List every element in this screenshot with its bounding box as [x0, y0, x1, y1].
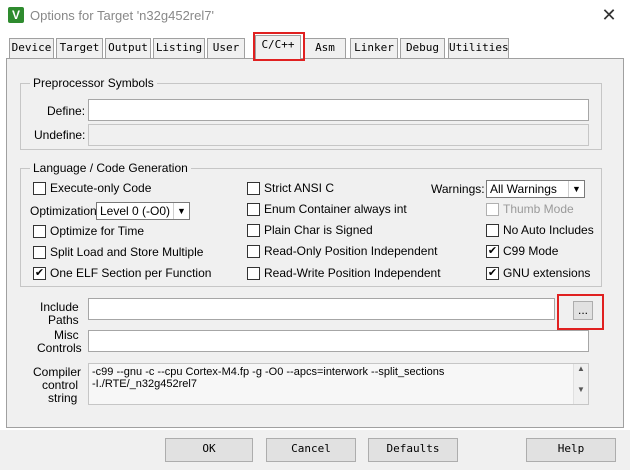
tab-output[interactable]: Output [105, 38, 151, 58]
help-button[interactable]: Help [526, 438, 616, 462]
gnu-extensions-label: GNU extensions [503, 266, 591, 280]
tab-debug[interactable]: Debug [400, 38, 445, 58]
plain-char-label: Plain Char is Signed [264, 223, 373, 237]
warnings-label: Warnings: [431, 182, 485, 196]
strict-ansi-label: Strict ANSI C [264, 181, 335, 195]
include-paths-field[interactable] [88, 298, 555, 320]
misc-controls-label-2: Controls [37, 341, 82, 355]
scroll-up-icon[interactable]: ▲ [574, 364, 588, 373]
undefine-label: Undefine: [34, 128, 86, 142]
tab-target[interactable]: Target [56, 38, 103, 58]
scroll-down-icon[interactable]: ▼ [574, 385, 588, 394]
warnings-select[interactable]: All Warnings ▼ [486, 180, 585, 198]
split-load-checkbox[interactable] [33, 246, 46, 259]
tab-linker[interactable]: Linker [350, 38, 398, 58]
c99-mode-checkbox[interactable]: ✔ [486, 245, 499, 258]
optimize-time-checkbox[interactable] [33, 225, 46, 238]
enum-container-label: Enum Container always int [264, 202, 407, 216]
strict-ansi-checkbox[interactable] [247, 182, 260, 195]
misc-controls-label-1: Misc [54, 328, 79, 342]
compiler-string-label-1: Compiler [33, 365, 82, 379]
optimization-value: Level 0 (-O0) [100, 204, 171, 218]
split-load-label: Split Load and Store Multiple [50, 245, 204, 259]
compiler-string-text: -c99 --gnu -c --cpu Cortex-M4.fp -g -O0 … [88, 363, 589, 405]
checkmark-icon: ✔ [34, 267, 45, 279]
tab-user[interactable]: User [207, 38, 245, 58]
chevron-down-icon: ▼ [568, 181, 584, 197]
rw-position-checkbox[interactable] [247, 267, 260, 280]
compiler-string-label-2: control [42, 378, 79, 392]
define-label: Define: [47, 104, 86, 118]
compiler-string-label-3: string [48, 391, 78, 405]
warnings-value: All Warnings [490, 182, 557, 196]
no-auto-includes-label: No Auto Includes [503, 223, 594, 237]
tab-utilities[interactable]: Utilities [448, 38, 509, 58]
undefine-field [88, 124, 589, 146]
ok-button[interactable]: OK [165, 438, 253, 462]
c99-mode-label: C99 Mode [503, 244, 559, 258]
cancel-button[interactable]: Cancel [266, 438, 356, 462]
tab-device[interactable]: Device [9, 38, 54, 58]
compiler-string-scrollbar[interactable]: ▲ ▼ [573, 364, 588, 404]
tab-listing[interactable]: Listing [153, 38, 205, 58]
thumb-mode-checkbox [486, 203, 499, 216]
enum-container-checkbox[interactable] [247, 203, 260, 216]
title-bar: V Options for Target 'n32g452rel7' ✕ [0, 0, 630, 32]
define-field[interactable] [88, 99, 589, 121]
tab-c-cpp[interactable]: C/C++ [255, 35, 301, 60]
defaults-button[interactable]: Defaults [368, 438, 458, 462]
include-paths-label-2: Paths [48, 313, 79, 327]
misc-controls-field[interactable] [88, 330, 589, 352]
optimization-select[interactable]: Level 0 (-O0) ▼ [96, 202, 190, 220]
language-group-title: Language / Code Generation [30, 161, 191, 175]
chevron-down-icon: ▼ [173, 203, 189, 219]
close-icon[interactable]: ✕ [598, 4, 620, 26]
include-paths-browse-button[interactable]: ... [573, 301, 593, 320]
ro-position-checkbox[interactable] [247, 245, 260, 258]
ro-position-label: Read-Only Position Independent [264, 244, 438, 258]
preprocessor-group-title: Preprocessor Symbols [30, 76, 157, 90]
rw-position-label: Read-Write Position Independent [264, 266, 441, 280]
keil-app-icon: V [8, 7, 24, 23]
one-elf-checkbox[interactable]: ✔ [33, 267, 46, 280]
optimization-label: Optimization: [30, 204, 101, 218]
gnu-extensions-checkbox[interactable]: ✔ [486, 267, 499, 280]
include-paths-label-1: Include [40, 300, 79, 314]
tab-asm[interactable]: Asm [304, 38, 346, 58]
no-auto-includes-checkbox[interactable] [486, 224, 499, 237]
window-title: Options for Target 'n32g452rel7' [30, 8, 214, 23]
one-elf-label: One ELF Section per Function [50, 266, 212, 280]
plain-char-checkbox[interactable] [247, 224, 260, 237]
execute-only-label: Execute-only Code [50, 181, 152, 195]
execute-only-checkbox[interactable] [33, 182, 46, 195]
checkmark-icon: ✔ [487, 245, 498, 257]
thumb-mode-label: Thumb Mode [503, 202, 574, 216]
checkmark-icon: ✔ [487, 267, 498, 279]
optimize-time-label: Optimize for Time [50, 224, 145, 238]
